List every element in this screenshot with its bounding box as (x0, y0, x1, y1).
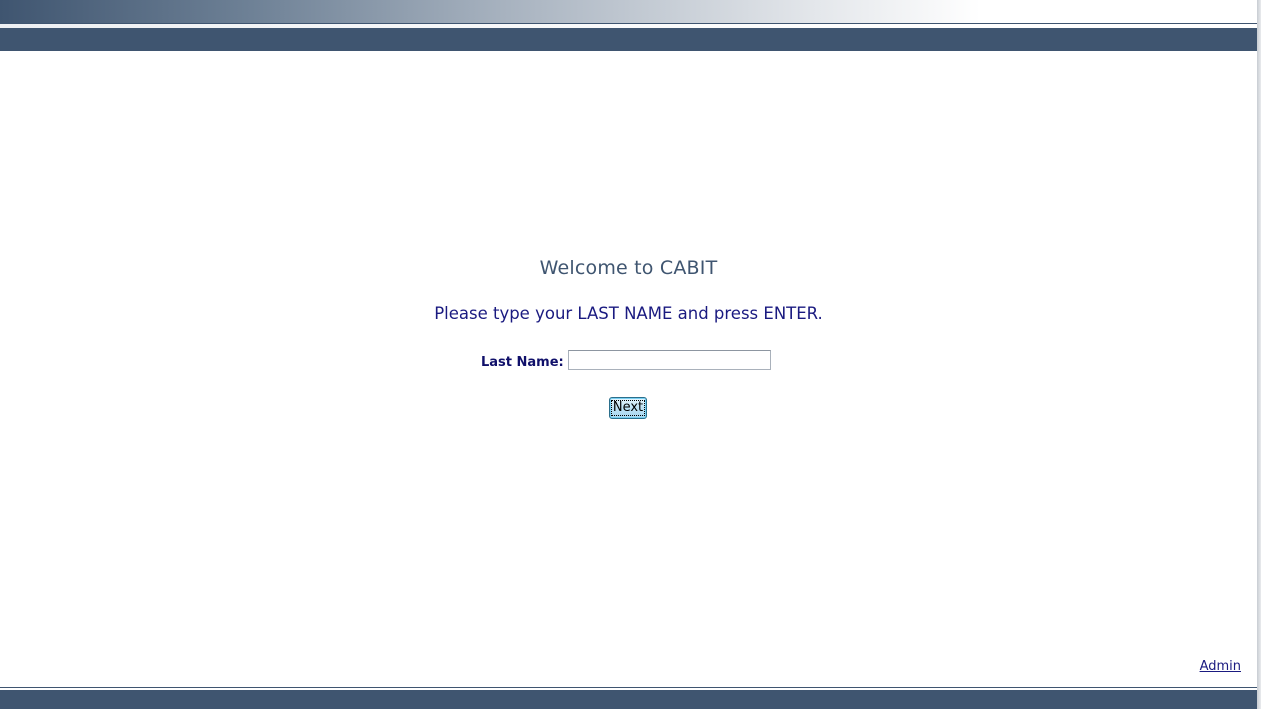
header-banner (0, 0, 1257, 51)
admin-link[interactable]: Admin (1200, 659, 1241, 674)
last-name-input[interactable] (567, 350, 771, 370)
last-name-row: Last Name: (481, 348, 771, 372)
header-bar (0, 28, 1257, 51)
footer-divider (0, 687, 1257, 688)
footer-bar (0, 690, 1257, 709)
page: Welcome to CABIT Please type your LAST N… (0, 0, 1261, 709)
last-name-label: Last Name: (481, 354, 564, 370)
instruction-text: Please type your LAST NAME and press ENT… (434, 304, 823, 323)
window-edge (1257, 0, 1261, 709)
next-button-label: Next (610, 400, 646, 416)
next-button[interactable]: Next (609, 397, 647, 419)
welcome-heading: Welcome to CABIT (539, 257, 718, 279)
header-gradient (0, 0, 1257, 24)
main-content: Welcome to CABIT Please type your LAST N… (0, 51, 1257, 687)
